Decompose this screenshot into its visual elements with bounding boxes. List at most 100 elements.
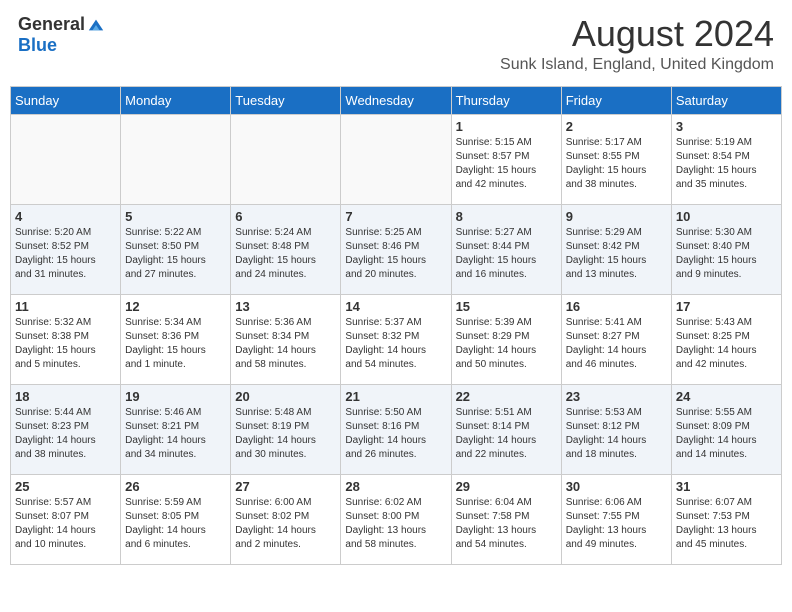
day-info: Sunrise: 5:48 AM Sunset: 8:19 PM Dayligh… (235, 406, 336, 462)
calendar-table: SundayMondayTuesdayWednesdayThursdayFrid… (10, 86, 782, 565)
calendar-week-row: 4 Sunrise: 5:20 AM Sunset: 8:52 PM Daylig… (11, 204, 782, 294)
day-number: 28 (345, 479, 446, 494)
calendar-day-cell: 6 Sunrise: 5:24 AM Sunset: 8:48 PM Daylig… (231, 204, 341, 294)
calendar-body: 1Sunrise: 5:15 AM Sunset: 8:57 PM Daylig… (11, 114, 782, 564)
day-info: Sunrise: 5:57 AM Sunset: 8:07 PM Dayligh… (15, 496, 116, 552)
day-number: 12 (125, 299, 226, 314)
day-info: Sunrise: 5:50 AM Sunset: 8:16 PM Dayligh… (345, 406, 446, 462)
calendar-day-cell: 20 Sunrise: 5:48 AM Sunset: 8:19 PM Dayli… (231, 384, 341, 474)
day-info: Sunrise: 5:36 AM Sunset: 8:34 PM Dayligh… (235, 316, 336, 372)
calendar-day-cell (11, 114, 121, 204)
calendar-day-cell: 17 Sunrise: 5:43 AM Sunset: 8:25 PM Dayli… (671, 294, 781, 384)
day-number: 25 (15, 479, 116, 494)
calendar-header-row: SundayMondayTuesdayWednesdayThursdayFrid… (11, 86, 782, 114)
day-info: Sunrise: 6:06 AM Sunset: 7:55 PM Dayligh… (566, 496, 667, 552)
day-number: 27 (235, 479, 336, 494)
day-info: Sunrise: 5:30 AM Sunset: 8:40 PM Dayligh… (676, 226, 777, 282)
calendar-day-cell: 29 Sunrise: 6:04 AM Sunset: 7:58 PM Dayli… (451, 474, 561, 564)
calendar-day-cell: 7Sunrise: 5:25 AM Sunset: 8:46 PM Daylig… (341, 204, 451, 294)
day-number: 4 (15, 209, 116, 224)
calendar-day-header: Wednesday (341, 86, 451, 114)
title-section: August 2024 Sunk Island, England, United… (500, 14, 774, 74)
calendar-day-cell: 16Sunrise: 5:41 AM Sunset: 8:27 PM Dayli… (561, 294, 671, 384)
day-number: 22 (456, 389, 557, 404)
calendar-week-row: 25 Sunrise: 5:57 AM Sunset: 8:07 PM Dayli… (11, 474, 782, 564)
calendar-day-cell: 31Sunrise: 6:07 AM Sunset: 7:53 PM Dayli… (671, 474, 781, 564)
day-number: 24 (676, 389, 777, 404)
calendar-day-cell: 8Sunrise: 5:27 AM Sunset: 8:44 PM Daylig… (451, 204, 561, 294)
day-number: 9 (566, 209, 667, 224)
calendar-day-cell: 18Sunrise: 5:44 AM Sunset: 8:23 PM Dayli… (11, 384, 121, 474)
page-header: General Blue August 2024 Sunk Island, En… (10, 10, 782, 78)
calendar-day-cell: 28 Sunrise: 6:02 AM Sunset: 8:00 PM Dayli… (341, 474, 451, 564)
calendar-day-cell: 26 Sunrise: 5:59 AM Sunset: 8:05 PM Dayli… (121, 474, 231, 564)
day-number: 2 (566, 119, 667, 134)
day-info: Sunrise: 5:55 AM Sunset: 8:09 PM Dayligh… (676, 406, 777, 462)
calendar-day-header: Tuesday (231, 86, 341, 114)
day-number: 14 (345, 299, 446, 314)
day-number: 18 (15, 389, 116, 404)
day-info: Sunrise: 6:00 AM Sunset: 8:02 PM Dayligh… (235, 496, 336, 552)
calendar-day-cell: 13Sunrise: 5:36 AM Sunset: 8:34 PM Dayli… (231, 294, 341, 384)
calendar-week-row: 18Sunrise: 5:44 AM Sunset: 8:23 PM Dayli… (11, 384, 782, 474)
day-number: 30 (566, 479, 667, 494)
day-info: Sunrise: 5:32 AM Sunset: 8:38 PM Dayligh… (15, 316, 116, 372)
day-number: 31 (676, 479, 777, 494)
day-info: Sunrise: 5:39 AM Sunset: 8:29 PM Dayligh… (456, 316, 557, 372)
calendar-day-cell: 25 Sunrise: 5:57 AM Sunset: 8:07 PM Dayli… (11, 474, 121, 564)
logo-icon (87, 16, 105, 34)
calendar-day-cell: 24 Sunrise: 5:55 AM Sunset: 8:09 PM Dayli… (671, 384, 781, 474)
day-info: Sunrise: 5:24 AM Sunset: 8:48 PM Dayligh… (235, 226, 336, 282)
day-number: 17 (676, 299, 777, 314)
day-number: 11 (15, 299, 116, 314)
day-number: 23 (566, 389, 667, 404)
day-number: 15 (456, 299, 557, 314)
day-info: Sunrise: 6:04 AM Sunset: 7:58 PM Dayligh… (456, 496, 557, 552)
day-info: Sunrise: 5:43 AM Sunset: 8:25 PM Dayligh… (676, 316, 777, 372)
day-info: Sunrise: 5:29 AM Sunset: 8:42 PM Dayligh… (566, 226, 667, 282)
day-info: Sunrise: 5:34 AM Sunset: 8:36 PM Dayligh… (125, 316, 226, 372)
logo: General Blue (18, 14, 105, 56)
calendar-week-row: 1Sunrise: 5:15 AM Sunset: 8:57 PM Daylig… (11, 114, 782, 204)
calendar-day-cell: 11 Sunrise: 5:32 AM Sunset: 8:38 PM Dayli… (11, 294, 121, 384)
calendar-day-cell (231, 114, 341, 204)
calendar-day-header: Monday (121, 86, 231, 114)
day-number: 10 (676, 209, 777, 224)
calendar-day-cell: 5Sunrise: 5:22 AM Sunset: 8:50 PM Daylig… (121, 204, 231, 294)
day-number: 6 (235, 209, 336, 224)
calendar-day-cell: 14 Sunrise: 5:37 AM Sunset: 8:32 PM Dayli… (341, 294, 451, 384)
day-info: Sunrise: 5:20 AM Sunset: 8:52 PM Dayligh… (15, 226, 116, 282)
calendar-day-header: Thursday (451, 86, 561, 114)
day-info: Sunrise: 6:02 AM Sunset: 8:00 PM Dayligh… (345, 496, 446, 552)
day-number: 19 (125, 389, 226, 404)
calendar-week-row: 11 Sunrise: 5:32 AM Sunset: 8:38 PM Dayli… (11, 294, 782, 384)
day-number: 20 (235, 389, 336, 404)
day-number: 5 (125, 209, 226, 224)
day-info: Sunrise: 5:53 AM Sunset: 8:12 PM Dayligh… (566, 406, 667, 462)
calendar-day-header: Sunday (11, 86, 121, 114)
day-info: Sunrise: 5:27 AM Sunset: 8:44 PM Dayligh… (456, 226, 557, 282)
day-info: Sunrise: 5:19 AM Sunset: 8:54 PM Dayligh… (676, 136, 777, 192)
location-subtitle: Sunk Island, England, United Kingdom (500, 56, 774, 74)
calendar-day-cell: 15 Sunrise: 5:39 AM Sunset: 8:29 PM Dayli… (451, 294, 561, 384)
month-year-title: August 2024 (500, 14, 774, 54)
day-info: Sunrise: 5:37 AM Sunset: 8:32 PM Dayligh… (345, 316, 446, 372)
calendar-day-cell (121, 114, 231, 204)
day-number: 26 (125, 479, 226, 494)
day-info: Sunrise: 5:15 AM Sunset: 8:57 PM Dayligh… (456, 136, 557, 192)
day-info: Sunrise: 5:17 AM Sunset: 8:55 PM Dayligh… (566, 136, 667, 192)
calendar-day-header: Saturday (671, 86, 781, 114)
day-number: 3 (676, 119, 777, 134)
calendar-day-cell: 23 Sunrise: 5:53 AM Sunset: 8:12 PM Dayli… (561, 384, 671, 474)
day-number: 7 (345, 209, 446, 224)
calendar-day-cell: 2 Sunrise: 5:17 AM Sunset: 8:55 PM Daylig… (561, 114, 671, 204)
day-info: Sunrise: 5:59 AM Sunset: 8:05 PM Dayligh… (125, 496, 226, 552)
calendar-day-cell: 12 Sunrise: 5:34 AM Sunset: 8:36 PM Dayli… (121, 294, 231, 384)
calendar-day-cell: 27 Sunrise: 6:00 AM Sunset: 8:02 PM Dayli… (231, 474, 341, 564)
calendar-day-cell (341, 114, 451, 204)
calendar-day-cell: 22 Sunrise: 5:51 AM Sunset: 8:14 PM Dayli… (451, 384, 561, 474)
day-info: Sunrise: 5:51 AM Sunset: 8:14 PM Dayligh… (456, 406, 557, 462)
calendar-day-cell: 4 Sunrise: 5:20 AM Sunset: 8:52 PM Daylig… (11, 204, 121, 294)
calendar-day-cell: 21Sunrise: 5:50 AM Sunset: 8:16 PM Dayli… (341, 384, 451, 474)
day-number: 29 (456, 479, 557, 494)
